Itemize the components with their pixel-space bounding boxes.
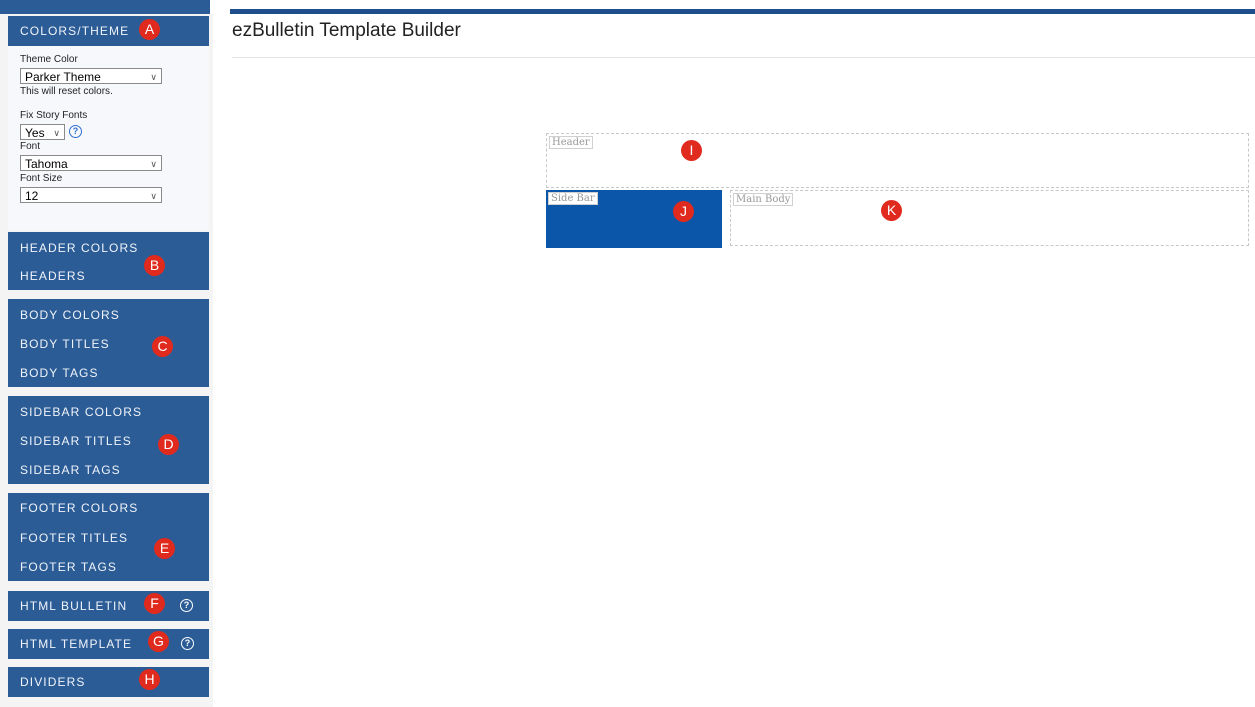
footer-titles-item[interactable]: FOOTER TITLES — [20, 531, 128, 545]
fix-story-fonts-label: Fix Story Fonts — [20, 110, 88, 121]
sidebar-titles-item[interactable]: SIDEBAR TITLES — [20, 434, 132, 448]
header-colors-item[interactable]: HEADER COLORS — [20, 241, 138, 255]
badge-d: D — [158, 434, 179, 455]
fix-story-fonts-value: Yes — [25, 126, 45, 140]
badge-b: B — [144, 255, 165, 276]
sidebar-colors-item[interactable]: SIDEBAR COLORS — [20, 405, 142, 419]
html-template-panel[interactable]: HTML TEMPLATE G ? — [8, 629, 209, 659]
top-tabs — [0, 0, 210, 14]
sidebar-group-panel: SIDEBAR COLORS SIDEBAR TITLES SIDEBAR TA… — [8, 396, 209, 484]
theme-color-select[interactable]: Parker Theme ∨ — [20, 68, 162, 84]
theme-color-label: Theme Color — [20, 54, 78, 65]
badge-k: K — [881, 200, 902, 221]
reset-note: This will reset colors. — [20, 86, 113, 97]
font-size-select[interactable]: 12 ∨ — [20, 187, 162, 203]
question-circle-icon[interactable]: ? — [69, 125, 82, 138]
top-bar — [0, 0, 1255, 14]
chevron-down-icon: ∨ — [150, 72, 157, 82]
dividers-item[interactable]: DIVIDERS — [20, 675, 85, 689]
header-region[interactable]: Header I — [546, 133, 1249, 188]
html-bulletin-panel[interactable]: HTML BULLETIN F ? — [8, 591, 209, 621]
top-accent-line — [230, 9, 1255, 14]
theme-color-value: Parker Theme — [25, 70, 101, 84]
badge-f: F — [144, 593, 165, 614]
badge-a: A — [139, 19, 160, 40]
badge-i: I — [681, 140, 702, 161]
header-group-panel: HEADER COLORS HEADERS B — [8, 232, 209, 290]
side-bar-region-label: Side Bar — [548, 192, 598, 205]
body-tags-item[interactable]: BODY TAGS — [20, 366, 99, 380]
body-titles-item[interactable]: BODY TITLES — [20, 337, 110, 351]
colors-theme-heading[interactable]: COLORS/THEME — [20, 24, 129, 38]
chevron-down-icon: ∨ — [53, 128, 60, 138]
question-circle-icon[interactable]: ? — [180, 599, 193, 612]
footer-colors-item[interactable]: FOOTER COLORS — [20, 501, 138, 515]
font-size-value: 12 — [25, 189, 39, 203]
badge-g: G — [148, 631, 169, 652]
font-size-label: Font Size — [20, 173, 63, 184]
sidebar-tags-item[interactable]: SIDEBAR TAGS — [20, 463, 121, 477]
main-body-region[interactable]: Main Body K — [730, 190, 1249, 246]
footer-tags-item[interactable]: FOOTER TAGS — [20, 560, 117, 574]
question-circle-icon[interactable]: ? — [181, 637, 194, 650]
font-value: Tahoma — [25, 157, 68, 171]
fix-story-fonts-select[interactable]: Yes ∨ — [20, 124, 65, 140]
colors-theme-form: Theme Color Parker Theme ∨ This will res… — [8, 46, 209, 230]
body-colors-item[interactable]: BODY COLORS — [20, 308, 120, 322]
page-title: ezBulletin Template Builder — [232, 20, 461, 41]
badge-e: E — [154, 538, 175, 559]
badge-h: H — [139, 669, 160, 690]
header-region-label: Header — [549, 136, 593, 149]
footer-group-panel: FOOTER COLORS FOOTER TITLES FOOTER TAGS … — [8, 493, 209, 581]
headers-item[interactable]: HEADERS — [20, 269, 86, 283]
chevron-down-icon: ∨ — [150, 191, 157, 201]
font-label: Font — [20, 141, 41, 152]
main-body-region-label: Main Body — [733, 193, 794, 206]
html-bulletin-item[interactable]: HTML BULLETIN — [20, 599, 127, 613]
html-template-item[interactable]: HTML TEMPLATE — [20, 637, 132, 651]
body-group-panel: BODY COLORS BODY TITLES BODY TAGS C — [8, 299, 209, 387]
badge-j: J — [673, 201, 694, 222]
font-select[interactable]: Tahoma ∨ — [20, 155, 162, 171]
colors-theme-panel[interactable]: COLORS/THEME A — [8, 16, 209, 46]
side-bar-region[interactable]: Side Bar J — [546, 190, 722, 248]
badge-c: C — [152, 336, 173, 357]
chevron-down-icon: ∨ — [150, 159, 157, 169]
title-divider — [232, 57, 1255, 58]
dividers-panel[interactable]: DIVIDERS H — [8, 667, 209, 697]
